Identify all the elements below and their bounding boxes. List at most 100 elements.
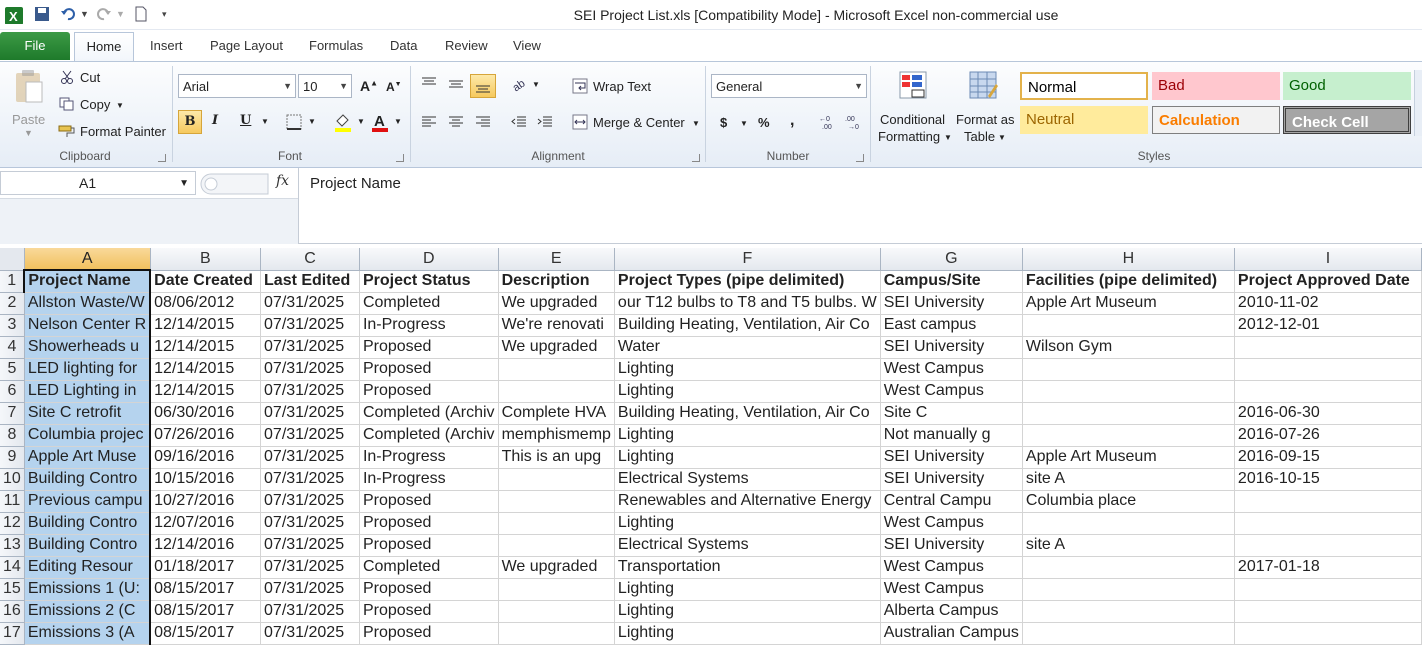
cell-a11[interactable]: Previous campu — [24, 490, 152, 513]
conditional-formatting-button[interactable]: Conditional Formatting ▼ — [878, 68, 952, 152]
cell-c12[interactable]: 07/31/2025 — [260, 512, 360, 535]
fill-color-dropdown-icon[interactable]: ▼ — [357, 117, 365, 126]
cell-e16[interactable] — [498, 600, 615, 623]
cell-a17[interactable]: Emissions 3 (A — [24, 622, 152, 645]
paste-button[interactable]: Paste — [12, 112, 45, 127]
cell-d16[interactable]: Proposed — [359, 600, 499, 623]
cell-a7[interactable]: Site C retrofit — [24, 402, 152, 425]
cell-a5[interactable]: LED lighting for — [24, 358, 152, 381]
cell-d4[interactable]: Proposed — [359, 336, 499, 359]
insert-function-button[interactable]: fx — [276, 173, 289, 189]
tab-file[interactable]: File — [0, 32, 70, 60]
cell-i3[interactable]: 2012-12-01 — [1234, 314, 1422, 337]
column-header-f[interactable]: F — [614, 248, 881, 271]
style-normal[interactable]: Normal — [1020, 72, 1148, 100]
cell-a15[interactable]: Emissions 1 (U: — [24, 578, 152, 601]
cell-d7[interactable]: Completed (Archiv — [359, 402, 499, 425]
cell-h13[interactable]: site A — [1022, 534, 1235, 557]
cell-h1[interactable]: Facilities (pipe delimited) — [1022, 270, 1235, 293]
cell-i17[interactable] — [1234, 622, 1422, 645]
formula-input[interactable]: Project Name — [298, 168, 1422, 244]
style-bad[interactable]: Bad — [1152, 72, 1280, 100]
cell-f10[interactable]: Electrical Systems — [614, 468, 881, 491]
cell-h6[interactable] — [1022, 380, 1235, 403]
decrease-decimal-icon[interactable]: .00→0 — [844, 114, 864, 130]
tab-data[interactable]: Data — [390, 38, 417, 53]
cell-f13[interactable]: Electrical Systems — [614, 534, 881, 557]
cell-e14[interactable]: We upgraded — [498, 556, 615, 579]
cell-c2[interactable]: 07/31/2025 — [260, 292, 360, 315]
cell-e5[interactable] — [498, 358, 615, 381]
formula-bar-handle[interactable] — [200, 173, 270, 195]
format-as-table-button[interactable]: Format as Table ▼ — [954, 68, 1018, 152]
cell-g2[interactable]: SEI University — [880, 292, 1023, 315]
cell-d15[interactable]: Proposed — [359, 578, 499, 601]
tab-home[interactable]: Home — [74, 32, 134, 61]
cell-b3[interactable]: 12/14/2015 — [150, 314, 262, 337]
cell-b14[interactable]: 01/18/2017 — [150, 556, 262, 579]
cell-f7[interactable]: Building Heating, Ventilation, Air Co — [614, 402, 881, 425]
cell-e17[interactable] — [498, 622, 615, 645]
font-name-dropdown[interactable]: Arial ▼ — [178, 74, 296, 98]
wrap-text-icon[interactable] — [572, 78, 588, 94]
cell-c17[interactable]: 07/31/2025 — [260, 622, 360, 645]
column-header-i[interactable]: I — [1234, 248, 1422, 271]
cell-d12[interactable]: Proposed — [359, 512, 499, 535]
row-header[interactable]: 4 — [0, 336, 25, 359]
cell-h17[interactable] — [1022, 622, 1235, 645]
cell-f11[interactable]: Renewables and Alternative Energy — [614, 490, 881, 513]
cell-h4[interactable]: Wilson Gym — [1022, 336, 1235, 359]
cell-b11[interactable]: 10/27/2016 — [150, 490, 262, 513]
cell-i16[interactable] — [1234, 600, 1422, 623]
column-header-g[interactable]: G — [880, 248, 1023, 271]
row-header[interactable]: 17 — [0, 622, 25, 645]
cell-e8[interactable]: memphismemp — [498, 424, 615, 447]
cell-c8[interactable]: 07/31/2025 — [260, 424, 360, 447]
paste-dropdown-icon[interactable]: ▼ — [24, 128, 33, 138]
clipboard-launcher-icon[interactable] — [158, 154, 166, 162]
row-header[interactable]: 1 — [0, 270, 25, 293]
cell-i14[interactable]: 2017-01-18 — [1234, 556, 1422, 579]
format-painter-button[interactable]: Format Painter — [80, 124, 166, 139]
cell-d1[interactable]: Project Status — [359, 270, 499, 293]
cell-g3[interactable]: East campus — [880, 314, 1023, 337]
cell-h15[interactable] — [1022, 578, 1235, 601]
cell-h9[interactable]: Apple Art Museum — [1022, 446, 1235, 469]
cell-e6[interactable] — [498, 380, 615, 403]
cell-f6[interactable]: Lighting — [614, 380, 881, 403]
cell-g8[interactable]: Not manually g — [880, 424, 1023, 447]
cell-g15[interactable]: West Campus — [880, 578, 1023, 601]
align-left-icon[interactable] — [420, 114, 438, 130]
cell-c10[interactable]: 07/31/2025 — [260, 468, 360, 491]
row-header[interactable]: 12 — [0, 512, 25, 535]
row-header[interactable]: 13 — [0, 534, 25, 557]
cell-c15[interactable]: 07/31/2025 — [260, 578, 360, 601]
font-size-dropdown[interactable]: 10 ▼ — [298, 74, 352, 98]
cell-c6[interactable]: 07/31/2025 — [260, 380, 360, 403]
cell-f17[interactable]: Lighting — [614, 622, 881, 645]
cell-b9[interactable]: 09/16/2016 — [150, 446, 262, 469]
cell-g12[interactable]: West Campus — [880, 512, 1023, 535]
cut-icon[interactable] — [60, 70, 74, 84]
merge-dropdown-icon[interactable]: ▼ — [692, 119, 700, 128]
grow-font-button[interactable]: A▲ — [360, 78, 378, 94]
align-middle-icon[interactable] — [447, 76, 465, 92]
shrink-font-button[interactable]: A▼ — [386, 80, 402, 94]
cell-b1[interactable]: Date Created — [150, 270, 262, 293]
cell-f12[interactable]: Lighting — [614, 512, 881, 535]
borders-icon[interactable] — [286, 114, 302, 130]
cell-d11[interactable]: Proposed — [359, 490, 499, 513]
cell-f14[interactable]: Transportation — [614, 556, 881, 579]
cell-a8[interactable]: Columbia projec — [24, 424, 152, 447]
cell-g16[interactable]: Alberta Campus — [880, 600, 1023, 623]
percent-button[interactable]: % — [758, 115, 770, 130]
row-header[interactable]: 3 — [0, 314, 25, 337]
cell-e13[interactable] — [498, 534, 615, 557]
cell-g10[interactable]: SEI University — [880, 468, 1023, 491]
cell-c3[interactable]: 07/31/2025 — [260, 314, 360, 337]
cell-i4[interactable] — [1234, 336, 1422, 359]
cell-d13[interactable]: Proposed — [359, 534, 499, 557]
orientation-dropdown-icon[interactable]: ▼ — [532, 80, 540, 89]
cell-g11[interactable]: Central Campu — [880, 490, 1023, 513]
tab-review[interactable]: Review — [445, 38, 488, 53]
